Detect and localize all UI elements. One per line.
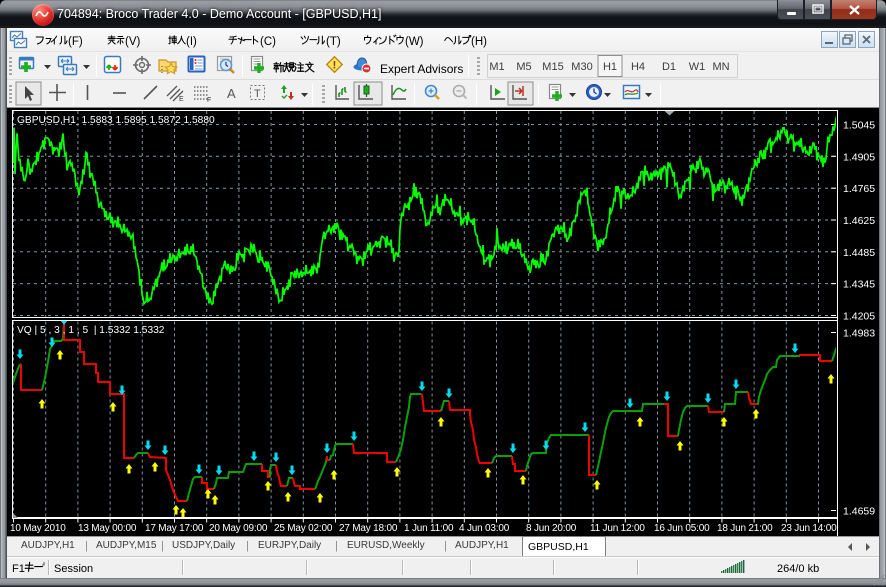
- svg-text:16 Jun 05:00: 16 Jun 05:00: [654, 523, 710, 534]
- svg-text:23 Jun 14:00: 23 Jun 14:00: [781, 523, 837, 534]
- svg-text:8 Jun 20:00: 8 Jun 20:00: [526, 523, 577, 534]
- svg-text:25 May 02:00: 25 May 02:00: [274, 523, 333, 534]
- svg-text:(I): (I): [186, 36, 197, 48]
- svg-text:M5: M5: [516, 61, 531, 73]
- svg-text:(W): (W): [405, 36, 424, 48]
- svg-text:F1: F1: [12, 563, 25, 575]
- svg-text:10 May 2010: 10 May 2010: [10, 523, 66, 534]
- svg-text:11 Jun 12:00: 11 Jun 12:00: [590, 523, 645, 534]
- svg-text:(C): (C): [260, 36, 276, 48]
- svg-text:A: A: [227, 86, 236, 101]
- svg-text:GBPUSD,H1 1.5883 1.5895 1.587: GBPUSD,H1 1.5883 1.5895 1.5872 1.5880: [17, 115, 215, 126]
- svg-text:MN: MN: [712, 61, 729, 73]
- svg-text:1.4765: 1.4765: [843, 183, 875, 195]
- svg-text:13 May 00:00: 13 May 00:00: [78, 523, 137, 534]
- svg-text:20 May 09:00: 20 May 09:00: [209, 523, 268, 534]
- svg-text:T: T: [254, 88, 261, 100]
- svg-text:F: F: [207, 97, 211, 104]
- svg-text:(F): (F): [68, 36, 83, 48]
- svg-text:264/0 kb: 264/0 kb: [777, 563, 819, 575]
- svg-text:(T): (T): [326, 36, 341, 48]
- svg-text:Session: Session: [54, 563, 93, 575]
- svg-text:H1: H1: [603, 61, 617, 73]
- svg-text:1.4205: 1.4205: [843, 311, 875, 323]
- svg-text:1.5045: 1.5045: [843, 120, 875, 132]
- svg-text:4 Jun 03:00: 4 Jun 03:00: [459, 523, 510, 534]
- svg-text:VQ | 5 , 3 , 1 , 5 | 1.5332 1: VQ | 5 , 3 , 1 , 5 | 1.5332 1.5332: [17, 325, 165, 336]
- svg-text:17 May 17:00: 17 May 17:00: [145, 523, 204, 534]
- svg-text:(V): (V): [125, 36, 141, 48]
- svg-text:1 Jun 11:00: 1 Jun 11:00: [404, 523, 454, 534]
- svg-text:Expert Advisors: Expert Advisors: [380, 62, 463, 76]
- svg-text:27 May 18:00: 27 May 18:00: [339, 523, 398, 534]
- svg-text:1.4625: 1.4625: [843, 215, 875, 227]
- svg-text:D1: D1: [662, 61, 676, 73]
- svg-text:(H): (H): [471, 36, 487, 48]
- svg-text:!: !: [333, 60, 337, 72]
- svg-text:M30: M30: [571, 61, 592, 73]
- svg-text:1.4659: 1.4659: [843, 506, 875, 518]
- svg-text:M15: M15: [542, 61, 563, 73]
- svg-text:1.4983: 1.4983: [843, 328, 875, 340]
- svg-text:1.4905: 1.4905: [843, 151, 875, 163]
- svg-text:18 Jun 21:00: 18 Jun 21:00: [717, 523, 773, 534]
- svg-text:H4: H4: [631, 61, 645, 73]
- svg-text:M1: M1: [489, 61, 504, 73]
- svg-text:E: E: [179, 96, 184, 103]
- svg-text:1.4485: 1.4485: [843, 247, 875, 259]
- svg-text:1.4345: 1.4345: [843, 279, 875, 291]
- svg-text:W1: W1: [689, 61, 706, 73]
